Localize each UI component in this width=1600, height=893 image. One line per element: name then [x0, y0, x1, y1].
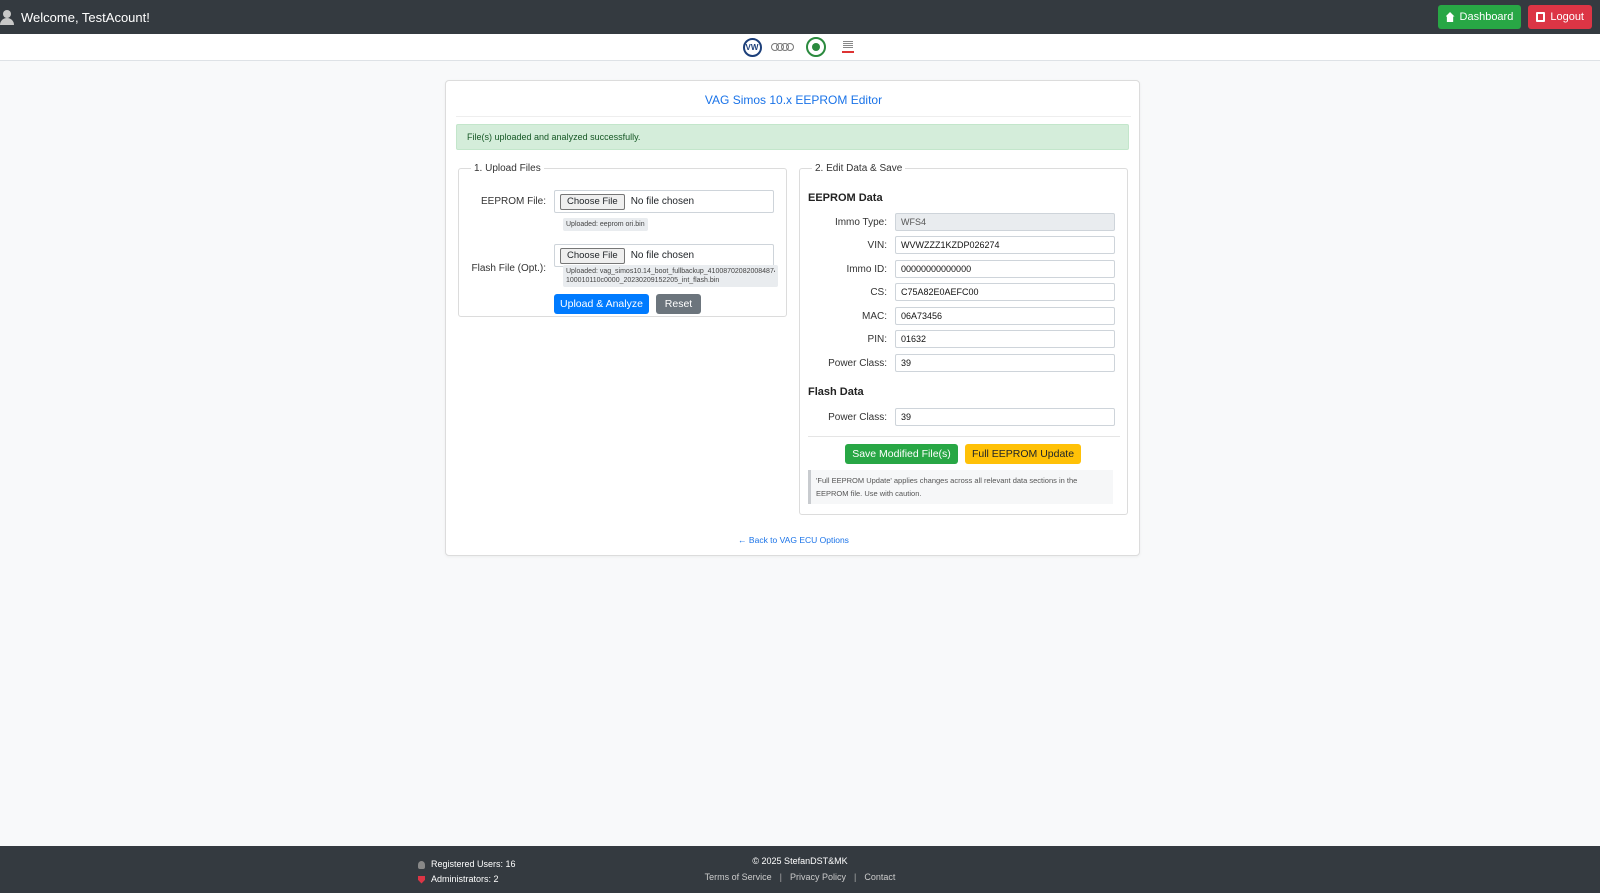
choose-file-button[interactable]: Choose File — [560, 247, 625, 264]
divider — [808, 436, 1120, 437]
skoda-logo-icon[interactable] — [806, 37, 826, 57]
audi-logo-icon[interactable] — [771, 37, 794, 57]
mac-label: MAC: — [862, 310, 887, 322]
power-class-row: Power Class: 39 — [808, 354, 1120, 372]
separator: | — [854, 872, 857, 882]
caution-note-line-1: 'Full EEPROM Update' applies changes acr… — [816, 476, 1078, 485]
no-file-text: No file chosen — [630, 250, 695, 261]
no-file-text: No file chosen — [630, 196, 695, 207]
flash-power-class-field[interactable]: 39 — [895, 408, 1115, 426]
logout-label: Logout — [1550, 11, 1584, 23]
user-icon — [0, 9, 14, 25]
flash-data-heading: Flash Data — [808, 386, 864, 398]
save-modified-button[interactable]: Save Modified File(s) — [845, 444, 958, 464]
power-class-label: Power Class: — [828, 357, 887, 369]
flash-uploaded-line-1: Uploaded: vag_simos10.14_boot_fullbackup… — [566, 268, 775, 275]
immo-type-label: Immo Type: — [834, 216, 887, 228]
vin-row: VIN: WVWZZZ1KZDP026274 — [808, 236, 1120, 254]
footer-center: © 2025 StefanDST&MK Terms of Service | P… — [0, 856, 1600, 882]
pin-field[interactable]: 01632 — [895, 330, 1115, 348]
terms-link[interactable]: Terms of Service — [705, 872, 772, 882]
vin-label: VIN: — [867, 239, 887, 251]
flash-file-label: Flash File (Opt.): — [471, 263, 546, 274]
cs-label: CS: — [870, 286, 887, 298]
brand-bar: VW — [0, 34, 1600, 61]
top-actions: Dashboard Logout — [1437, 5, 1592, 29]
footer: Registered Users: 16 Administrators: 2 ©… — [0, 846, 1600, 893]
dashboard-button[interactable]: Dashboard — [1437, 5, 1522, 29]
mac-field[interactable]: 06A73456 — [895, 307, 1115, 325]
pin-row: PIN: 01632 — [808, 330, 1120, 348]
pin-label: PIN: — [867, 333, 887, 345]
welcome-area: Welcome, TestAcount! — [0, 9, 150, 25]
door-icon — [1536, 12, 1546, 22]
separator: | — [779, 872, 782, 882]
immo-type-row: Immo Type: WFS4 — [808, 213, 1120, 231]
cs-field[interactable]: C75A82E0AEFC00 — [895, 283, 1115, 301]
upload-fieldset: 1. Upload Files EEPROM File: Choose File… — [458, 163, 787, 317]
eeprom-file-label: EEPROM File: — [480, 196, 546, 207]
mac-row: MAC: 06A73456 — [808, 307, 1120, 325]
flash-power-class-label: Power Class: — [828, 411, 887, 423]
eeprom-uploaded-badge: Uploaded: eeprom ori.bin — [563, 218, 648, 231]
top-navbar: Welcome, TestAcount! Dashboard Logout — [0, 0, 1600, 34]
vw-logo-icon[interactable]: VW — [742, 37, 762, 57]
flash-file-input[interactable]: Choose File No file chosen — [554, 244, 774, 267]
reset-button[interactable]: Reset — [656, 294, 701, 314]
power-class-field[interactable]: 39 — [895, 354, 1115, 372]
home-icon — [1445, 12, 1455, 22]
immo-id-label: Immo ID: — [846, 263, 887, 275]
edit-fieldset: 2. Edit Data & Save EEPROM Data Immo Typ… — [799, 163, 1128, 515]
editor-card: VAG Simos 10.x EEPROM Editor File(s) upl… — [445, 80, 1140, 556]
eeprom-file-input[interactable]: Choose File No file chosen — [554, 190, 774, 213]
flash-power-class-row: Power Class: 39 — [808, 408, 1120, 426]
flash-uploaded-line-2: 100010110c0000_20230209152205_int_flash.… — [566, 277, 720, 284]
welcome-text: Welcome, TestAcount! — [21, 9, 150, 25]
logout-button[interactable]: Logout — [1528, 5, 1592, 29]
immo-type-field: WFS4 — [895, 213, 1115, 231]
footer-links: Terms of Service | Privacy Policy | Cont… — [0, 872, 1600, 882]
full-eeprom-update-button[interactable]: Full EEPROM Update — [965, 444, 1081, 464]
contact-link[interactable]: Contact — [864, 872, 895, 882]
choose-file-button[interactable]: Choose File — [560, 193, 625, 210]
flash-uploaded-badge: Uploaded: vag_simos10.14_boot_fullbackup… — [563, 265, 778, 287]
vin-field[interactable]: WVWZZZ1KZDP026274 — [895, 236, 1115, 254]
eeprom-file-row: EEPROM File: Choose File No file chosen — [467, 190, 774, 213]
privacy-link[interactable]: Privacy Policy — [790, 872, 846, 882]
caution-note-line-2: EEPROM file. Use with caution. — [816, 489, 922, 498]
page-title: VAG Simos 10.x EEPROM Editor — [456, 93, 1131, 117]
upload-legend: 1. Upload Files — [474, 163, 541, 174]
eeprom-data-heading: EEPROM Data — [808, 192, 883, 204]
success-alert: File(s) uploaded and analyzed successful… — [456, 124, 1129, 150]
immo-id-row: Immo ID: 00000000000000 — [808, 260, 1120, 278]
edit-legend: 2. Edit Data & Save — [815, 163, 903, 174]
caution-note: 'Full EEPROM Update' applies changes acr… — [808, 470, 1113, 504]
seat-logo-icon[interactable] — [838, 37, 858, 57]
upload-analyze-button[interactable]: Upload & Analyze — [554, 294, 649, 314]
back-link[interactable]: ← Back to VAG ECU Options — [446, 535, 1141, 545]
cs-row: CS: C75A82E0AEFC00 — [808, 283, 1120, 301]
dashboard-label: Dashboard — [1459, 11, 1514, 23]
copyright: © 2025 StefanDST&MK — [752, 856, 848, 866]
immo-id-field[interactable]: 00000000000000 — [895, 260, 1115, 278]
